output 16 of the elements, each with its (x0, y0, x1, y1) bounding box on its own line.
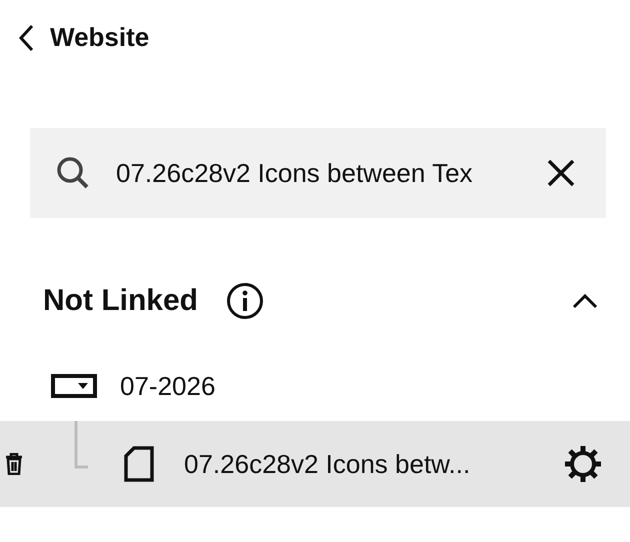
collapse-icon[interactable] (572, 293, 598, 309)
search-icon (56, 156, 90, 190)
back-icon (18, 24, 34, 52)
settings-icon[interactable] (564, 445, 602, 483)
tree-row[interactable]: 07.26c28v2 Icons betw... (0, 421, 630, 507)
tree-connector (74, 421, 88, 469)
item-label: 07-2026 (120, 370, 216, 402)
section-title: Not Linked (43, 284, 198, 318)
info-icon[interactable] (226, 282, 264, 320)
folder-icon (51, 374, 97, 398)
close-icon[interactable] (546, 158, 576, 188)
item-label: 07.26c28v2 Icons betw... (184, 448, 470, 480)
search-field[interactable]: 07.26c28v2 Icons between Tex (116, 158, 532, 188)
back-button[interactable]: Website (18, 22, 150, 53)
trash-icon[interactable] (4, 453, 24, 475)
page-icon (124, 446, 154, 482)
